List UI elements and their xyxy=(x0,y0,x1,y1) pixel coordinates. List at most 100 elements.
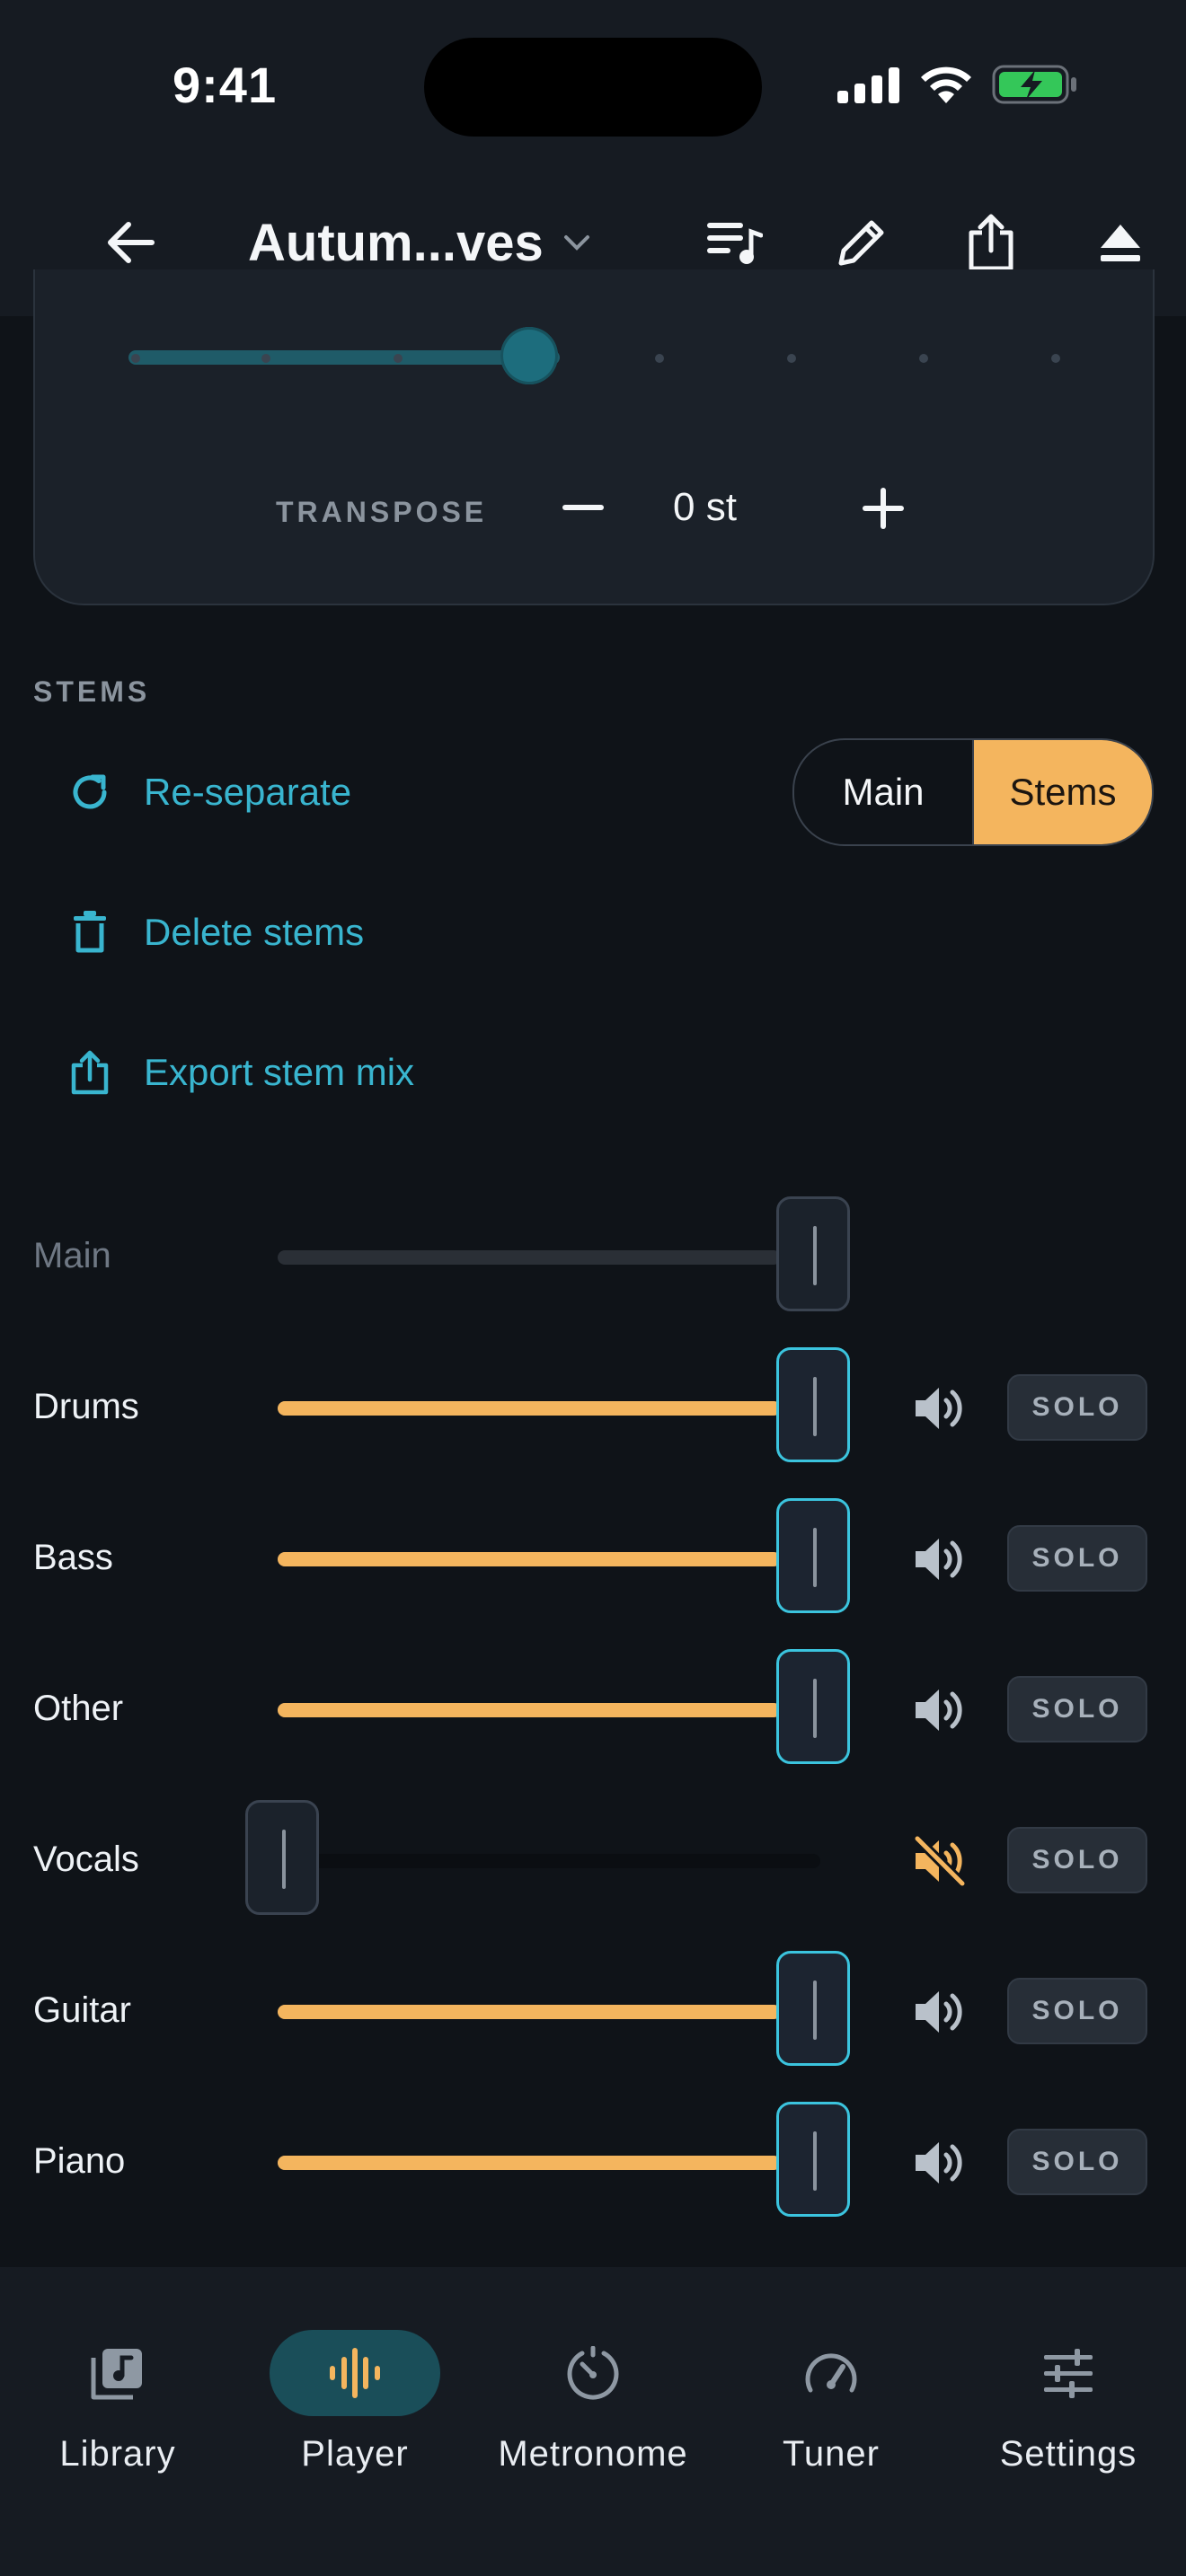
sliders-icon xyxy=(1044,2349,1093,2398)
volume-slider-track[interactable] xyxy=(278,1854,820,1868)
stem-name: Piano xyxy=(33,2141,126,2181)
volume-slider-thumb[interactable] xyxy=(776,1196,850,1311)
metronome-icon xyxy=(567,2346,619,2400)
stem-row-piano: Piano SOLO xyxy=(0,2102,1186,2224)
nav-pill xyxy=(508,2330,678,2416)
song-title-dropdown[interactable]: Autum...ves xyxy=(248,207,590,278)
nav-pill xyxy=(746,2330,916,2416)
status-time: 9:41 xyxy=(173,57,278,113)
battery-charging-icon xyxy=(992,65,1076,104)
queue-button[interactable] xyxy=(694,207,774,278)
volume-slider-thumb[interactable] xyxy=(776,1649,850,1764)
pitch-tick xyxy=(131,354,140,363)
status-icons xyxy=(837,63,1078,106)
volume-slider-track[interactable] xyxy=(278,2005,820,2019)
solo-button[interactable]: SOLO xyxy=(1007,1676,1147,1742)
arrow-left-icon xyxy=(108,222,155,263)
export-stem-mix-label: Export stem mix xyxy=(144,1051,415,1093)
stem-row-drums: Drums SOLO xyxy=(0,1347,1186,1469)
nav-pill xyxy=(983,2330,1154,2416)
solo-button[interactable]: SOLO xyxy=(1007,2129,1147,2195)
transpose-increase-button[interactable] xyxy=(847,472,919,544)
main-stems-toggle: Main Stems xyxy=(792,738,1154,846)
volume-icon xyxy=(916,1539,962,1580)
volume-slider-track[interactable] xyxy=(278,1250,781,1265)
bottom-navigation: Library Player Metronome Tuner Settings xyxy=(0,2267,1186,2576)
eject-button[interactable] xyxy=(1080,207,1161,278)
pitch-tick xyxy=(1051,354,1060,363)
pitch-tick xyxy=(261,354,270,363)
volume-icon xyxy=(916,2142,962,2183)
unmute-button[interactable] xyxy=(907,1832,970,1890)
volume-slider-track[interactable] xyxy=(278,1401,820,1416)
volume-slider-thumb[interactable] xyxy=(776,2102,850,2217)
volume-icon xyxy=(916,1689,962,1731)
share-button[interactable] xyxy=(951,207,1031,278)
nav-item-tuner[interactable]: Tuner xyxy=(719,2303,934,2474)
volume-slider-thumb[interactable] xyxy=(776,1951,850,2066)
pitch-tick xyxy=(919,354,928,363)
nav-label: Library xyxy=(59,2434,176,2474)
nav-item-library[interactable]: Library xyxy=(5,2303,221,2474)
eject-icon xyxy=(1101,225,1140,261)
nav-item-metronome[interactable]: Metronome xyxy=(481,2303,696,2474)
nav-label: Tuner xyxy=(782,2434,880,2474)
volume-slider-thumb[interactable] xyxy=(776,1347,850,1462)
volume-slider-thumb[interactable] xyxy=(245,1800,319,1915)
edit-button[interactable] xyxy=(821,207,902,278)
stem-row-other: Other SOLO xyxy=(0,1649,1186,1771)
wifi-icon xyxy=(921,66,971,103)
stem-name: Drums xyxy=(33,1387,139,1426)
volume-slider-track[interactable] xyxy=(278,1703,820,1717)
mute-button[interactable] xyxy=(907,2134,970,2192)
nav-item-settings[interactable]: Settings xyxy=(956,2303,1172,2474)
stems-section-label: STEMS xyxy=(33,675,151,708)
toggle-stems[interactable]: Stems xyxy=(974,740,1152,844)
mute-button[interactable] xyxy=(907,1983,970,2041)
stem-row-guitar: Guitar SOLO xyxy=(0,1951,1186,2073)
solo-button[interactable]: SOLO xyxy=(1007,1374,1147,1441)
waveform-icon xyxy=(330,2348,380,2398)
pitch-slider-track[interactable] xyxy=(128,350,560,365)
pitch-tick xyxy=(787,354,796,363)
pitch-tick xyxy=(655,354,664,363)
share-icon xyxy=(969,214,1013,271)
transpose-decrease-button[interactable] xyxy=(547,472,619,544)
delete-stems-label: Delete stems xyxy=(144,911,365,953)
nav-pill-active xyxy=(270,2330,440,2416)
solo-button[interactable]: SOLO xyxy=(1007,1827,1147,1893)
transpose-label: TRANSPOSE xyxy=(276,496,488,528)
toggle-main[interactable]: Main xyxy=(794,740,974,844)
song-title: Autum...ves xyxy=(248,213,544,272)
pitch-slider-thumb[interactable] xyxy=(500,327,558,384)
mute-button[interactable] xyxy=(907,1681,970,1739)
transpose-value: 0 st xyxy=(673,485,737,529)
volume-slider-track[interactable] xyxy=(278,1552,820,1566)
volume-muted-icon xyxy=(912,1835,966,1887)
solo-button[interactable]: SOLO xyxy=(1007,1525,1147,1592)
delete-stems-button[interactable]: Delete stems xyxy=(63,896,364,968)
refresh-icon xyxy=(73,774,107,809)
pitch-tick xyxy=(394,354,403,363)
re-separate-label: Re-separate xyxy=(144,771,352,813)
volume-slider-track[interactable] xyxy=(278,2156,820,2170)
library-icon xyxy=(91,2349,142,2400)
gauge-icon xyxy=(805,2353,857,2393)
pencil-icon xyxy=(838,220,884,266)
stem-row-main: Main xyxy=(0,1196,1186,1319)
mute-button[interactable] xyxy=(907,1380,970,1437)
chevron-down-icon xyxy=(563,235,589,251)
nav-item-player[interactable]: Player xyxy=(243,2303,458,2474)
export-stem-mix-button[interactable]: Export stem mix xyxy=(63,1037,414,1108)
back-button[interactable] xyxy=(90,207,171,278)
plus-icon xyxy=(863,488,904,529)
re-separate-button[interactable]: Re-separate xyxy=(63,756,351,828)
volume-slider-thumb[interactable] xyxy=(776,1498,850,1613)
stem-name: Vocals xyxy=(33,1839,139,1879)
trash-icon xyxy=(74,911,106,953)
stem-name: Main xyxy=(33,1236,111,1275)
solo-button[interactable]: SOLO xyxy=(1007,1978,1147,2044)
volume-icon xyxy=(916,1991,962,2033)
mute-button[interactable] xyxy=(907,1531,970,1588)
stem-row-vocals: Vocals SOLO xyxy=(0,1800,1186,1922)
